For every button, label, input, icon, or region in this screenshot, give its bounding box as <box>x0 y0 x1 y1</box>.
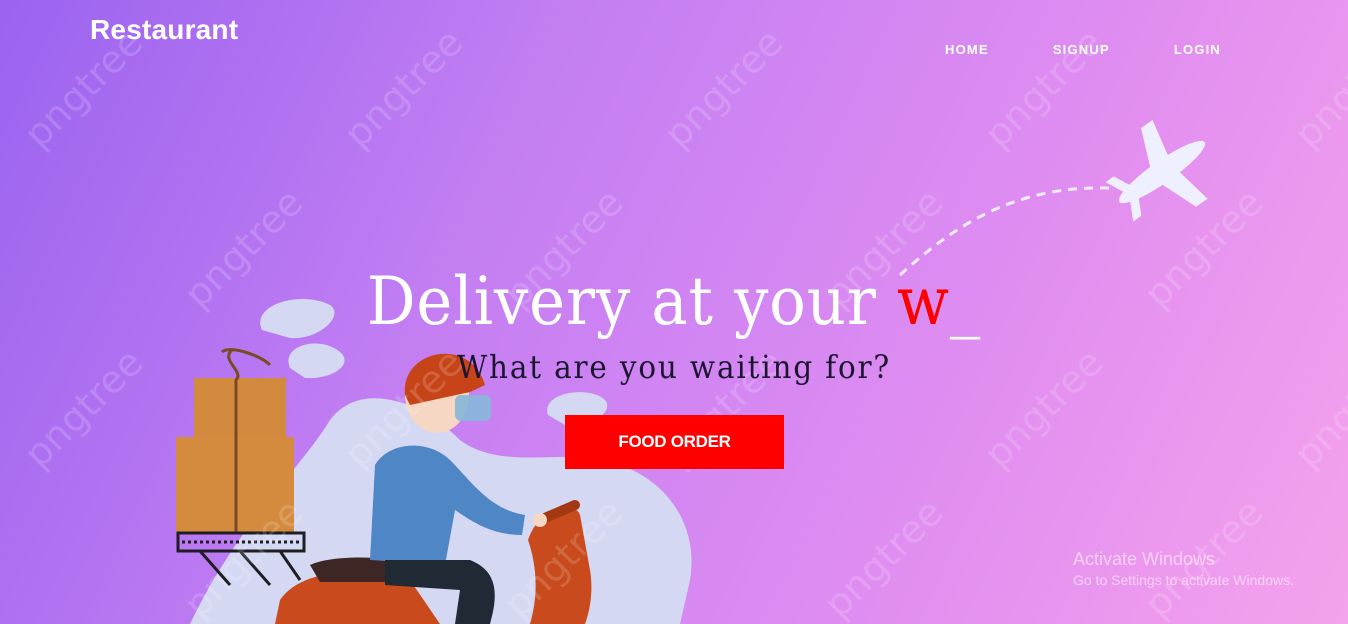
typing-cursor: _ <box>949 263 982 340</box>
activate-windows-title: Activate Windows <box>1073 549 1216 569</box>
headline-prefix: Delivery at your <box>366 263 897 340</box>
activate-windows-overlay: Activate Windows Go to Settings to activ… <box>1073 549 1294 588</box>
main-nav: HOME SIGNUP LOGIN <box>945 42 1221 57</box>
hero-headline: Delivery at your w_ <box>54 263 1294 340</box>
nav-home-link[interactable]: HOME <box>945 42 989 57</box>
brand-logo[interactable]: Restaurant <box>90 14 238 46</box>
nav-login-link[interactable]: LOGIN <box>1174 42 1221 57</box>
hero-subheadline: What are you waiting for? <box>456 348 892 386</box>
food-order-button[interactable]: FOOD ORDER <box>565 415 784 469</box>
nav-signup-link[interactable]: SIGNUP <box>1053 42 1110 57</box>
typed-word: w <box>896 263 950 340</box>
activate-windows-subtitle: Go to Settings to activate Windows. <box>1073 572 1294 588</box>
airplane-icon <box>898 120 1208 277</box>
